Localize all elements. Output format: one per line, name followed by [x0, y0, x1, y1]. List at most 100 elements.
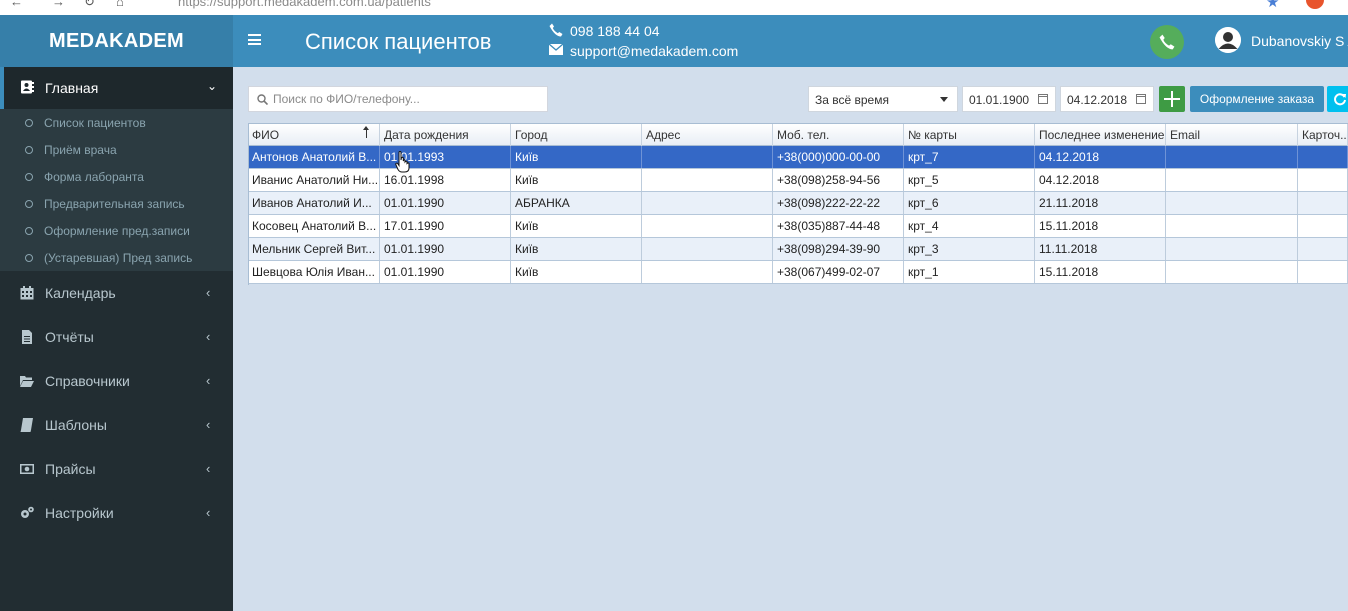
date-from-value: 01.01.1900	[969, 93, 1030, 107]
logo[interactable]: MEDAKADEM	[0, 15, 233, 67]
chevron-left-icon: ‹	[206, 461, 211, 476]
support-email[interactable]: support@medakadem.com	[570, 43, 738, 59]
cell-address	[642, 192, 773, 214]
cell-last-modified: 04.12.2018	[1035, 146, 1166, 168]
home-icon[interactable]: ⌂	[116, 0, 124, 9]
cell-city: АБРАНКА	[511, 192, 642, 214]
sidebar-item-directories[interactable]: Справочники ‹	[0, 360, 233, 404]
sort-up-icon[interactable]	[363, 126, 369, 138]
column-header-city[interactable]: Город	[511, 124, 642, 146]
table-row[interactable]: Иванов Анатолий И... 01.01.1990 АБРАНКА …	[248, 192, 1348, 215]
sidebar-submenu: Список пациентов Приём врача Форма лабор…	[0, 109, 233, 271]
cell-mobile: +38(098)222-22-22	[773, 192, 904, 214]
sidebar-item-calendar[interactable]: Календарь ‹	[0, 272, 233, 316]
table-row[interactable]: Иванис Анатолий Ни... 16.01.1998 Київ +3…	[248, 169, 1348, 192]
back-arrow-icon[interactable]: ←	[10, 0, 23, 9]
sidebar-item-label: Календарь	[45, 285, 116, 301]
cell-name: Косовец Анатолий В...	[248, 215, 380, 237]
submenu-item-patient-list[interactable]: Список пациентов	[0, 110, 233, 137]
cell-city: Київ	[511, 238, 642, 260]
submenu-item-preliminary-booking[interactable]: Предварительная запись	[0, 191, 233, 218]
add-patient-button[interactable]	[1159, 86, 1185, 112]
date-from-field[interactable]: 01.01.1900	[962, 86, 1056, 112]
call-button[interactable]	[1150, 25, 1184, 59]
calendar-icon[interactable]	[1038, 94, 1048, 104]
search-input[interactable]	[273, 90, 541, 108]
page-title: Список пациентов	[305, 29, 492, 54]
forward-arrow-icon[interactable]: →	[52, 0, 65, 9]
table-row[interactable]: Шевцова Юлія Иван... 01.01.1990 Київ +38…	[248, 261, 1348, 284]
cell-city: Київ	[511, 215, 642, 237]
hamburger-menu-icon[interactable]	[248, 34, 261, 45]
column-header-card-number[interactable]: № карты	[904, 124, 1035, 146]
sidebar-item-label: Шаблоны	[45, 417, 107, 433]
cell-name: Шевцова Юлія Иван...	[248, 261, 380, 283]
user-avatar-icon[interactable]	[1215, 27, 1241, 53]
sidebar-item-label: Главная	[45, 80, 99, 96]
column-header-card[interactable]: Карточ...	[1298, 124, 1348, 146]
sidebar-item-label: Справочники	[45, 373, 130, 389]
phone-icon	[1159, 34, 1175, 50]
column-header-mobile[interactable]: Моб. тел.	[773, 124, 904, 146]
column-header-birthdate[interactable]: Дата рождения	[380, 124, 511, 146]
cell-card-number: крт_4	[904, 215, 1035, 237]
sidebar-item-reports[interactable]: Отчёты ‹	[0, 316, 233, 360]
submenu-item-lab-form[interactable]: Форма лаборанта	[0, 164, 233, 191]
circle-icon	[25, 227, 33, 235]
cell-card-number: крт_1	[904, 261, 1035, 283]
circle-icon	[25, 119, 33, 127]
cell-mobile: +38(067)499-02-07	[773, 261, 904, 283]
bookmark-star-icon[interactable]: ★	[1266, 0, 1279, 11]
chevron-left-icon: ‹	[206, 285, 211, 300]
submenu-item-legacy-booking[interactable]: (Устаревшая) Пред запись	[0, 245, 233, 272]
user-name[interactable]: Dubanovskiy S A	[1251, 33, 1348, 49]
sidebar-item-label: Настройки	[45, 505, 114, 521]
sidebar-item-prices[interactable]: Прайсы ‹	[0, 448, 233, 492]
cell-card-number: крт_3	[904, 238, 1035, 260]
cell-mobile: +38(098)258-94-56	[773, 169, 904, 191]
column-header-email[interactable]: Email	[1166, 124, 1298, 146]
column-header-last-modified[interactable]: Последнее изменение	[1035, 124, 1166, 146]
period-select[interactable]: За всё время	[808, 86, 958, 112]
extension-icon[interactable]	[1306, 0, 1324, 9]
refresh-button[interactable]	[1327, 86, 1348, 112]
reload-icon[interactable]: ↻	[84, 0, 95, 10]
submenu-label: Список пациентов	[44, 116, 146, 130]
table-row[interactable]: Мельник Сергей Вит... 01.01.1990 Київ +3…	[248, 238, 1348, 261]
cell-last-modified: 21.11.2018	[1035, 192, 1166, 214]
address-bar[interactable]: https://support.medakadem.com.ua/patient…	[178, 0, 431, 9]
submenu-item-doctor-visit[interactable]: Приём врача	[0, 137, 233, 164]
create-order-button[interactable]: Оформление заказа	[1190, 86, 1324, 112]
caret-down-icon	[940, 97, 948, 102]
cell-card	[1298, 146, 1348, 168]
sidebar-item-settings[interactable]: Настройки ‹	[0, 492, 233, 536]
cell-last-modified: 04.12.2018	[1035, 169, 1166, 191]
table-row[interactable]: Косовец Анатолий В... 17.01.1990 Київ +3…	[248, 215, 1348, 238]
table-row[interactable]: Антонов Анатолий В... 01.01.1993 Київ +3…	[248, 146, 1348, 169]
circle-icon	[25, 173, 33, 181]
support-phone[interactable]: 098 188 44 04	[570, 23, 660, 39]
cell-address	[642, 238, 773, 260]
cell-card	[1298, 215, 1348, 237]
browser-toolbar: ← → ↻ ⌂ https://support.medakadem.com.ua…	[0, 0, 1348, 15]
table-header: ФИО Дата рождения Город Адрес Моб. тел. …	[248, 123, 1348, 146]
search-field[interactable]	[248, 86, 548, 112]
cell-city: Київ	[511, 261, 642, 283]
sidebar-item-label: Прайсы	[45, 461, 96, 477]
cell-email	[1166, 261, 1298, 283]
submenu-label: Предварительная запись	[44, 197, 185, 211]
column-header-name[interactable]: ФИО	[248, 124, 380, 146]
column-header-address[interactable]: Адрес	[642, 124, 773, 146]
submenu-item-booking-processing[interactable]: Оформление пред.записи	[0, 218, 233, 245]
cell-address	[642, 261, 773, 283]
date-to-field[interactable]: 04.12.2018	[1060, 86, 1154, 112]
submenu-label: (Устаревшая) Пред запись	[44, 251, 193, 265]
submenu-label: Приём врача	[44, 143, 117, 157]
cell-address	[642, 146, 773, 168]
calendar-icon[interactable]	[1136, 94, 1146, 104]
cell-mobile: +38(035)887-44-48	[773, 215, 904, 237]
sidebar-item-templates[interactable]: Шаблоны ‹	[0, 404, 233, 448]
chevron-left-icon: ‹	[206, 417, 211, 432]
sidebar-item-main[interactable]: Главная ⌄	[0, 67, 233, 109]
cell-email	[1166, 192, 1298, 214]
